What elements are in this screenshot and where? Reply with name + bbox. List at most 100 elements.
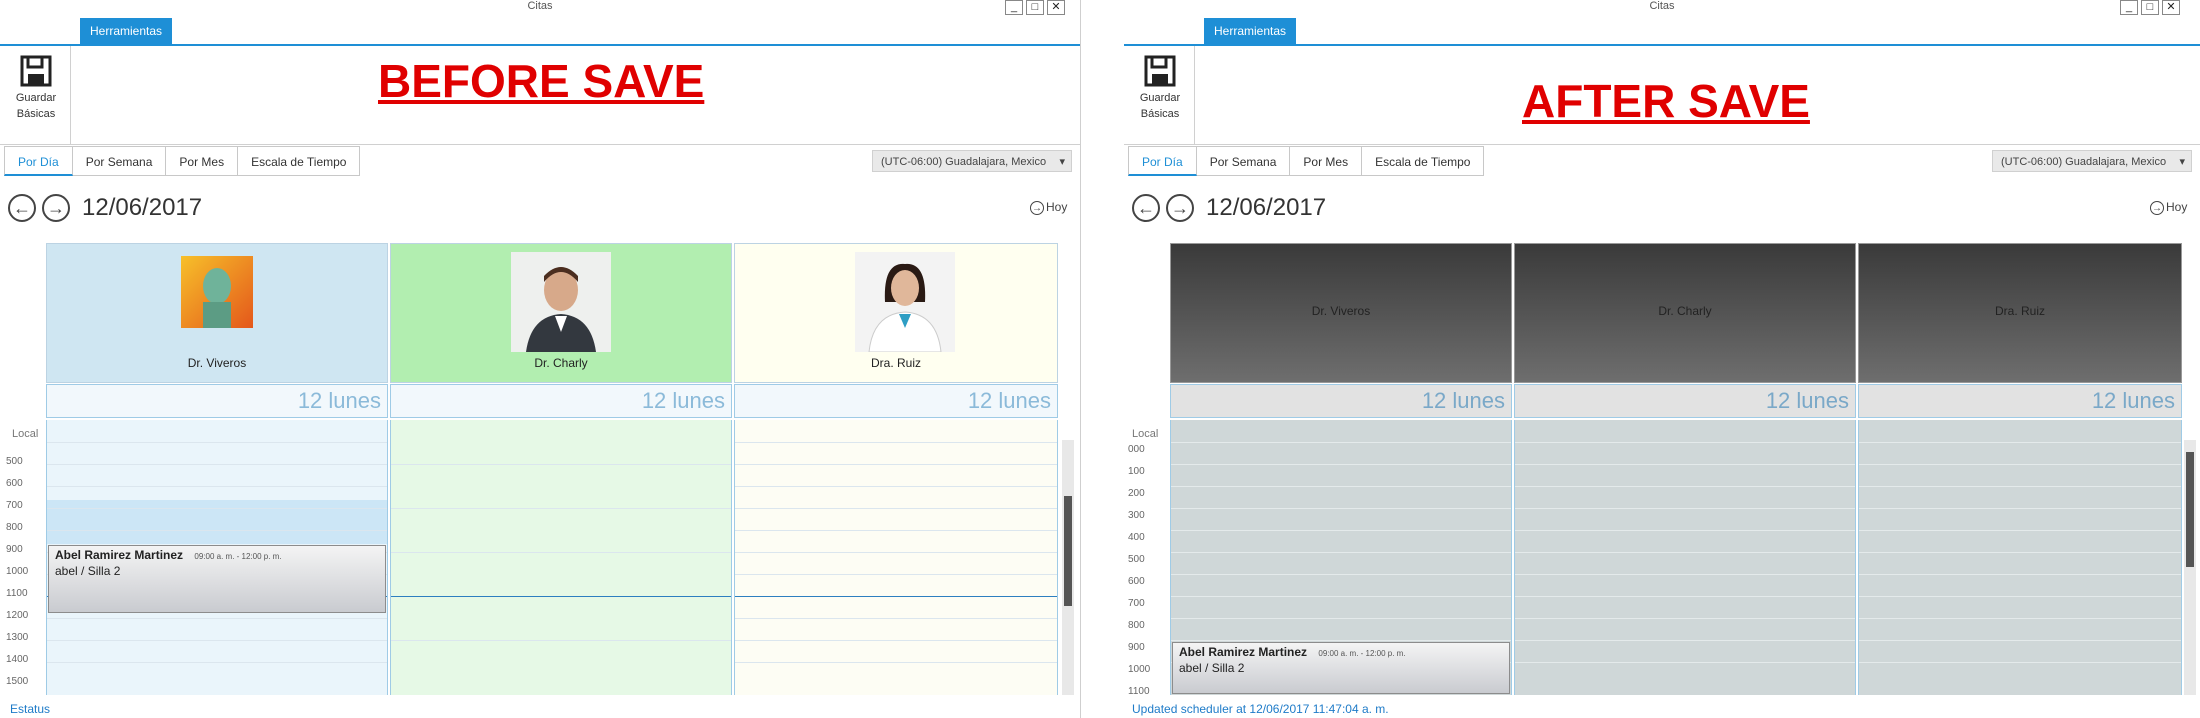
resource-column-charly[interactable]	[1514, 420, 1856, 695]
timezone-select[interactable]: (UTC-06:00) Guadalajara, Mexico ▾	[872, 150, 1072, 172]
resource-header-viveros[interactable]: Dr. Viveros	[46, 243, 388, 383]
grid-line	[735, 464, 1057, 465]
grid-line	[735, 618, 1057, 619]
ribbon: Guardar Básicas BEFORE SAVE	[0, 44, 1080, 145]
resource-column-charly[interactable]	[390, 420, 732, 695]
chevron-down-icon: ▾	[2179, 156, 2185, 168]
save-button[interactable]: Guardar Básicas	[1130, 50, 1190, 140]
tab-por-mes[interactable]: Por Mes	[1290, 146, 1363, 176]
hour-label: 900	[1128, 642, 1145, 653]
hour-label: 1200	[6, 610, 29, 621]
grid-line	[1859, 596, 2181, 597]
grid-line	[1515, 640, 1855, 641]
resource-header-charly[interactable]: Dr. Charly	[1514, 243, 1856, 383]
grid-line	[735, 508, 1057, 509]
previous-day-button[interactable]: ←	[1132, 194, 1160, 222]
day-header[interactable]: 12 lunes	[1514, 384, 1856, 418]
appointment-card[interactable]: Abel Ramirez Martinez 09:00 a. m. - 12:0…	[1172, 642, 1510, 694]
resource-name: Dr. Viveros	[1311, 304, 1371, 318]
tab-escala-de-tiempo[interactable]: Escala de Tiempo	[1362, 146, 1485, 176]
scheduler-window-after: Citas _ □ ✕ Herramientas Guardar Básicas…	[1124, 0, 2200, 718]
tab-escala-de-tiempo[interactable]: Escala de Tiempo	[238, 146, 361, 176]
close-button[interactable]: ✕	[1047, 0, 1065, 15]
avatar	[855, 252, 955, 353]
day-header[interactable]: 12 lunes	[46, 384, 388, 418]
timezone-select[interactable]: (UTC-06:00) Guadalajara, Mexico ▾	[1992, 150, 2192, 172]
grid-line	[391, 552, 731, 553]
minimize-button[interactable]: _	[2120, 0, 2138, 15]
ribbon-tab-herramientas[interactable]: Herramientas	[1204, 18, 1297, 44]
grid-line	[1515, 574, 1855, 575]
grid-line	[1515, 662, 1855, 663]
maximize-button[interactable]: □	[2141, 0, 2159, 15]
hour-label: 1500	[6, 676, 29, 687]
scrollbar-thumb[interactable]	[2186, 452, 2194, 567]
tab-por-semana[interactable]: Por Semana	[72, 146, 167, 176]
close-button[interactable]: ✕	[2162, 0, 2180, 15]
day-header[interactable]: 12 lunes	[1858, 384, 2182, 418]
hour-label: 1000	[6, 566, 29, 577]
ribbon: Guardar Básicas AFTER SAVE	[1124, 44, 2200, 145]
grid-line	[1515, 508, 1855, 509]
today-button[interactable]: → Hoy	[1030, 200, 1067, 215]
previous-day-button[interactable]: ←	[8, 194, 36, 222]
resource-column-ruiz[interactable]	[1858, 420, 2182, 695]
minimize-button[interactable]: _	[1005, 0, 1023, 15]
grid-line	[1859, 574, 2181, 575]
appointment-card[interactable]: Abel Ramirez Martinez 09:00 a. m. - 12:0…	[48, 545, 386, 613]
arrow-left-icon: ←	[13, 198, 31, 218]
grid-line	[47, 618, 387, 619]
grid-line	[47, 508, 387, 509]
tab-por-dia[interactable]: Por Día	[1128, 146, 1197, 176]
today-label: Hoy	[1046, 200, 1068, 214]
appointment-patient: Abel Ramirez Martinez	[55, 548, 184, 562]
current-date: 12/06/2017	[1206, 194, 1327, 221]
day-header[interactable]: 12 lunes	[390, 384, 732, 418]
grid-line	[1515, 464, 1855, 465]
avatar-figure	[868, 263, 942, 353]
grid-line	[1859, 530, 2181, 531]
resource-name: Dra. Ruiz	[870, 356, 921, 370]
tab-por-mes[interactable]: Por Mes	[166, 146, 239, 176]
appointment-time: 09:00 a. m. - 12:00 p. m.	[194, 552, 282, 561]
grid-line	[1859, 486, 2181, 487]
grid-line	[1515, 552, 1855, 553]
resource-name: Dr. Viveros	[187, 356, 247, 370]
resource-name: Dra. Ruiz	[1994, 304, 2045, 318]
day-header[interactable]: 12 lunes	[734, 384, 1058, 418]
tab-por-semana[interactable]: Por Semana	[1196, 146, 1291, 176]
maximize-button[interactable]: □	[1026, 0, 1044, 15]
grid-line	[1859, 442, 2181, 443]
current-time-line	[391, 596, 731, 597]
status-bar: Estatus	[10, 702, 51, 716]
resource-header-ruiz[interactable]: Dra. Ruiz	[1858, 243, 2182, 383]
window-title: Citas	[1649, 0, 1675, 12]
hour-label: 100	[1128, 466, 1145, 477]
resource-header-ruiz[interactable]: Dra. Ruiz	[734, 243, 1058, 383]
hour-ruler: 000 100 200 300 400 500 600 700 800 900 …	[1128, 420, 1166, 697]
grid-line	[1171, 574, 1511, 575]
ribbon-tab-herramientas[interactable]: Herramientas	[80, 18, 173, 44]
vertical-scrollbar[interactable]	[2184, 440, 2196, 695]
resource-column-ruiz[interactable]	[734, 420, 1058, 695]
day-header[interactable]: 12 lunes	[1170, 384, 1512, 418]
appointment-time: 09:00 a. m. - 12:00 p. m.	[1318, 649, 1406, 658]
today-button[interactable]: → Hoy	[2150, 200, 2187, 215]
resource-header-viveros[interactable]: Dr. Viveros	[1170, 243, 1512, 383]
resource-header-charly[interactable]: Dr. Charly	[390, 243, 732, 383]
grid-line	[1859, 618, 2181, 619]
save-button[interactable]: Guardar Básicas	[6, 50, 66, 140]
after-save-banner: AFTER SAVE	[1522, 75, 1810, 127]
hour-label: 800	[6, 522, 23, 533]
vertical-scrollbar[interactable]	[1062, 440, 1074, 695]
hour-label: 600	[6, 478, 23, 489]
current-time-line	[735, 596, 1057, 597]
timezone-value: (UTC-06:00) Guadalajara, Mexico	[881, 156, 1047, 168]
tab-por-dia[interactable]: Por Día	[4, 146, 73, 176]
hour-label: 700	[6, 500, 23, 511]
next-day-button[interactable]: →	[1166, 194, 1194, 222]
today-icon: →	[2150, 201, 2164, 215]
grid-line	[1515, 618, 1855, 619]
scrollbar-thumb[interactable]	[1064, 496, 1072, 606]
next-day-button[interactable]: →	[42, 194, 70, 222]
